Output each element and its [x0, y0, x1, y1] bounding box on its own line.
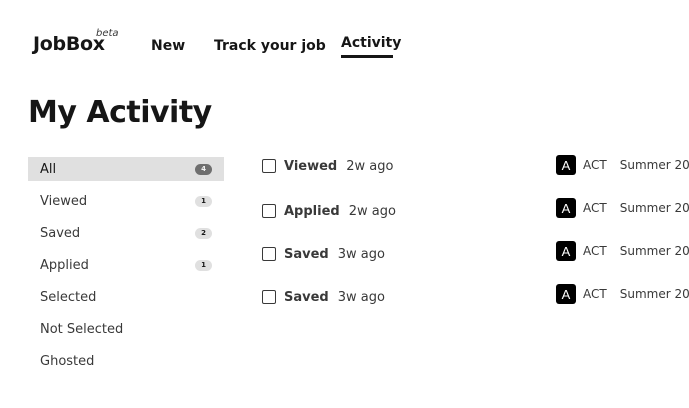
company-logo: A	[556, 241, 576, 261]
filter-label: Not Selected	[40, 321, 124, 337]
beta-label: beta	[96, 28, 119, 39]
job-title: Summer 202	[619, 201, 689, 215]
nav-new[interactable]: New	[151, 38, 185, 54]
filter-label: Selected	[40, 289, 97, 305]
filter-label: Viewed	[40, 193, 88, 209]
company-name: ACT	[583, 201, 607, 215]
company-logo: A	[556, 284, 576, 304]
activity-type: Applied	[284, 203, 340, 219]
count-badge: 2	[195, 227, 212, 239]
filter-label: All	[40, 161, 57, 177]
company-name: ACT	[583, 158, 607, 172]
activity-row: Saved 3w ago	[262, 286, 385, 308]
job-link[interactable]: A ACT Summer 202	[556, 283, 689, 305]
count-badge: 1	[195, 195, 212, 207]
filter-applied[interactable]: Applied 1	[28, 253, 224, 277]
company-logo: A	[556, 155, 576, 175]
filter-label: Saved	[40, 225, 81, 241]
nav-track-your-job[interactable]: Track your job	[214, 38, 326, 54]
nav-active-indicator	[341, 55, 393, 58]
activity-type: Saved	[284, 289, 329, 305]
activity-checkbox[interactable]	[262, 247, 276, 261]
job-link[interactable]: A ACT Summer 202	[556, 240, 689, 262]
page-title: My Activity	[28, 95, 212, 130]
filter-not-selected[interactable]: Not Selected	[28, 317, 224, 341]
company-name: ACT	[583, 287, 607, 301]
company-logo: A	[556, 198, 576, 218]
nav-activity[interactable]: Activity	[341, 35, 401, 51]
filter-saved[interactable]: Saved 2	[28, 221, 224, 245]
filter-viewed[interactable]: Viewed 1	[28, 189, 224, 213]
activity-time: 2w ago	[348, 203, 396, 219]
activity-time: 2w ago	[346, 158, 394, 174]
activity-checkbox[interactable]	[262, 159, 276, 173]
activity-row: Viewed 2w ago	[262, 155, 393, 177]
activity-checkbox[interactable]	[262, 290, 276, 304]
filter-label: Applied	[40, 257, 89, 273]
jobbox-logo[interactable]: JobBox	[33, 33, 105, 55]
activity-checkbox[interactable]	[262, 204, 276, 218]
job-link[interactable]: A ACT Summer 202	[556, 154, 689, 176]
job-link[interactable]: A ACT Summer 202	[556, 197, 689, 219]
activity-row: Applied 2w ago	[262, 200, 396, 222]
count-badge: 4	[195, 163, 212, 175]
activity-row: Saved 3w ago	[262, 243, 385, 265]
count-badge: 1	[195, 259, 212, 271]
filter-selected[interactable]: Selected	[28, 285, 224, 309]
job-title: Summer 202	[619, 158, 689, 172]
company-name: ACT	[583, 244, 607, 258]
activity-type: Viewed	[284, 158, 338, 174]
filter-ghosted[interactable]: Ghosted	[28, 349, 224, 373]
job-title: Summer 202	[619, 244, 689, 258]
activity-time: 3w ago	[337, 289, 385, 305]
filter-label: Ghosted	[40, 353, 95, 369]
job-title: Summer 202	[619, 287, 689, 301]
activity-time: 3w ago	[337, 246, 385, 262]
filter-all[interactable]: All 4	[28, 157, 224, 181]
activity-type: Saved	[284, 246, 329, 262]
